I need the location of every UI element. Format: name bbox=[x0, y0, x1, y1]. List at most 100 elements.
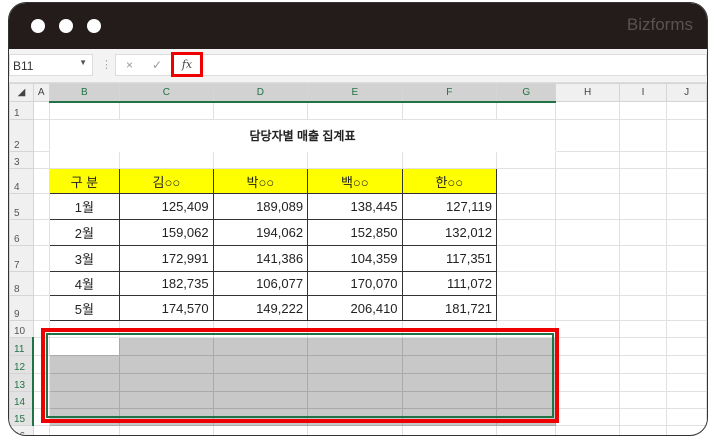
cell[interactable] bbox=[666, 295, 707, 321]
window-dot-minimize[interactable] bbox=[59, 19, 73, 33]
value-cell[interactable]: 104,359 bbox=[307, 245, 403, 272]
cell[interactable] bbox=[618, 168, 668, 194]
formula-input[interactable]: × ✓ bbox=[115, 54, 707, 76]
value-cell[interactable]: 172,991 bbox=[119, 245, 214, 272]
cell[interactable] bbox=[618, 119, 668, 152]
month-cell[interactable]: 5월 bbox=[48, 295, 121, 321]
check-icon[interactable]: ✓ bbox=[152, 58, 162, 72]
chevron-down-icon[interactable]: ▼ bbox=[79, 58, 87, 67]
cell[interactable] bbox=[401, 425, 498, 435]
cell[interactable] bbox=[555, 151, 620, 169]
cell[interactable] bbox=[212, 151, 309, 169]
row-header[interactable]: 9 bbox=[9, 295, 34, 321]
cell[interactable] bbox=[496, 245, 557, 272]
header-cell[interactable]: 백○○ bbox=[307, 168, 403, 194]
cell[interactable] bbox=[666, 337, 707, 356]
insert-function-button[interactable]: fx bbox=[171, 52, 203, 77]
cell[interactable] bbox=[666, 373, 707, 392]
cell[interactable] bbox=[618, 271, 668, 296]
cell[interactable] bbox=[307, 425, 403, 435]
cell[interactable] bbox=[496, 151, 557, 169]
row-header[interactable]: 3 bbox=[9, 151, 34, 169]
row-header[interactable]: 4 bbox=[9, 168, 34, 194]
cell[interactable] bbox=[555, 337, 620, 356]
cell[interactable] bbox=[496, 193, 557, 220]
cell[interactable] bbox=[618, 151, 668, 169]
cell[interactable] bbox=[666, 245, 707, 272]
cell[interactable] bbox=[618, 373, 668, 392]
cell[interactable] bbox=[496, 168, 557, 194]
cell[interactable] bbox=[555, 193, 620, 220]
row-header[interactable]: 6 bbox=[9, 219, 34, 246]
month-cell[interactable]: 4월 bbox=[48, 271, 121, 296]
cell[interactable] bbox=[555, 101, 620, 120]
cell[interactable] bbox=[618, 425, 668, 435]
cell[interactable] bbox=[666, 193, 707, 220]
sheet-title[interactable]: 담당자별 매출 집계표 bbox=[48, 119, 557, 152]
month-cell[interactable]: 1월 bbox=[48, 193, 121, 220]
cell[interactable] bbox=[666, 219, 707, 246]
cell[interactable] bbox=[555, 320, 620, 338]
cell[interactable] bbox=[618, 193, 668, 220]
cell[interactable] bbox=[618, 245, 668, 272]
cell[interactable] bbox=[618, 101, 668, 120]
col-header-b[interactable]: B bbox=[48, 83, 121, 103]
cell[interactable] bbox=[119, 425, 214, 435]
cell[interactable] bbox=[555, 408, 620, 426]
cell[interactable] bbox=[555, 119, 620, 152]
cell[interactable] bbox=[307, 151, 403, 169]
cell[interactable] bbox=[32, 295, 50, 321]
cell[interactable] bbox=[32, 101, 50, 120]
header-cell[interactable]: 박○○ bbox=[212, 168, 309, 194]
col-header-c[interactable]: C bbox=[119, 83, 214, 103]
cell[interactable] bbox=[48, 101, 121, 120]
row-header[interactable]: 8 bbox=[9, 271, 34, 296]
row-header[interactable]: 2 bbox=[9, 119, 34, 152]
value-cell[interactable]: 206,410 bbox=[307, 295, 403, 321]
cell[interactable] bbox=[32, 151, 50, 169]
cell[interactable] bbox=[555, 391, 620, 409]
value-cell[interactable]: 181,721 bbox=[401, 295, 498, 321]
col-header-e[interactable]: E bbox=[307, 83, 403, 103]
col-header-i[interactable]: I bbox=[618, 83, 668, 102]
value-cell[interactable]: 149,222 bbox=[212, 295, 309, 321]
cell[interactable] bbox=[32, 425, 50, 435]
header-cell[interactable]: 김○○ bbox=[119, 168, 214, 194]
cell[interactable] bbox=[401, 151, 498, 169]
select-all-corner[interactable]: ◢ bbox=[9, 83, 34, 102]
cell[interactable] bbox=[666, 408, 707, 426]
row-header[interactable]: 12 bbox=[9, 355, 35, 374]
row-header[interactable]: 7 bbox=[9, 245, 34, 272]
cell[interactable] bbox=[555, 271, 620, 296]
value-cell[interactable]: 127,119 bbox=[401, 193, 498, 220]
value-cell[interactable]: 111,072 bbox=[401, 271, 498, 296]
cell[interactable] bbox=[555, 219, 620, 246]
cell[interactable] bbox=[32, 219, 50, 246]
cell[interactable] bbox=[666, 425, 707, 435]
cell[interactable] bbox=[555, 295, 620, 321]
cell[interactable] bbox=[666, 119, 707, 152]
cell[interactable] bbox=[32, 245, 50, 272]
cell[interactable] bbox=[666, 101, 707, 120]
value-cell[interactable]: 174,570 bbox=[119, 295, 214, 321]
value-cell[interactable]: 189,089 bbox=[212, 193, 309, 220]
cell[interactable] bbox=[555, 355, 620, 374]
window-dot-close[interactable] bbox=[31, 19, 45, 33]
cell[interactable] bbox=[555, 168, 620, 194]
value-cell[interactable]: 141,386 bbox=[212, 245, 309, 272]
cell[interactable] bbox=[618, 219, 668, 246]
row-header[interactable]: 15 bbox=[9, 408, 35, 426]
row-header[interactable]: 16 bbox=[9, 425, 34, 435]
cell[interactable] bbox=[307, 101, 403, 120]
cell[interactable] bbox=[496, 101, 557, 120]
cell[interactable] bbox=[496, 295, 557, 321]
row-header[interactable]: 14 bbox=[9, 391, 35, 409]
value-cell[interactable]: 132,012 bbox=[401, 219, 498, 246]
window-dot-maximize[interactable] bbox=[87, 19, 101, 33]
cell[interactable] bbox=[496, 425, 557, 435]
value-cell[interactable]: 159,062 bbox=[119, 219, 214, 246]
cancel-icon[interactable]: × bbox=[126, 58, 133, 72]
name-box[interactable]: B11 ▼ bbox=[9, 54, 93, 76]
cell[interactable] bbox=[48, 151, 121, 169]
value-cell[interactable]: 106,077 bbox=[212, 271, 309, 296]
